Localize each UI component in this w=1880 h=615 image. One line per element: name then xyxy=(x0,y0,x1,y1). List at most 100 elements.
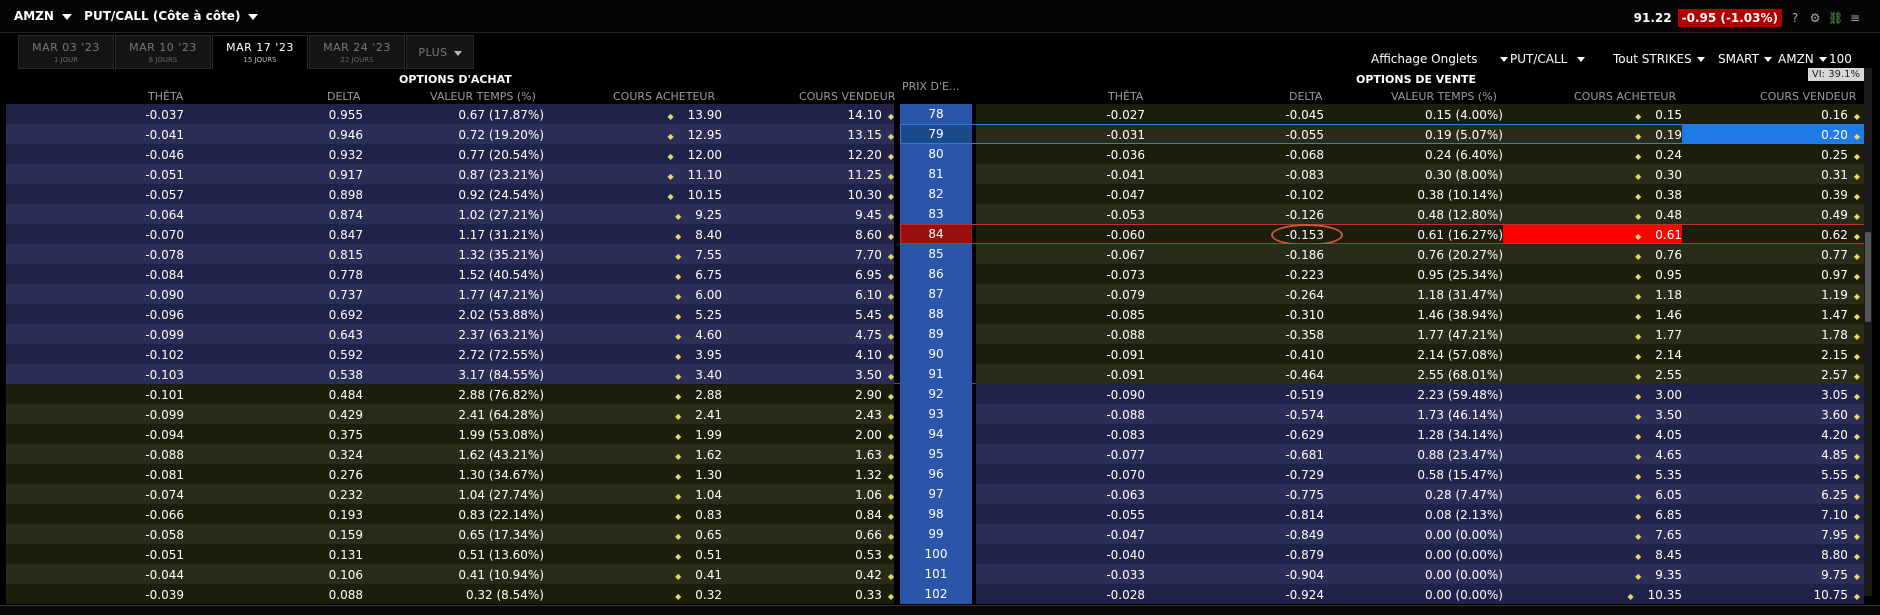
tab-mar-24[interactable]: MAR 24 '23 22 JOURS xyxy=(309,35,405,69)
put-bid-cell[interactable]: ◆ 0.30 xyxy=(1635,168,1682,182)
put-time-value-cell[interactable]: 0.24 (6.40%) xyxy=(1425,148,1503,162)
call-delta-cell[interactable]: 0.898 xyxy=(329,188,363,202)
call-ask-cell[interactable]: 12.20 ◆ xyxy=(847,148,894,162)
put-theta-cell[interactable]: -0.028 xyxy=(1106,588,1145,602)
calls-delta-header[interactable]: DELTA xyxy=(327,90,360,103)
put-ask-cell[interactable]: 0.25 ◆ xyxy=(1821,148,1860,162)
table-row[interactable]: -0.099 0.429 2.41 (64.28%) ◆ 2.41 2.43 ◆ 93 -0.0… xyxy=(6,404,1864,424)
call-bid-cell[interactable]: ◆ 1.62 xyxy=(675,448,722,462)
put-bid-cell[interactable]: ◆ 0.76 xyxy=(1635,248,1682,262)
table-row[interactable]: -0.051 0.131 0.51 (13.60%) ◆ 0.51 0.53 ◆ 100 -0.… xyxy=(6,544,1864,564)
call-ask-cell[interactable]: 7.70 ◆ xyxy=(855,248,894,262)
put-bid-cell[interactable]: ◆ 10.35 xyxy=(1627,588,1682,602)
put-theta-cell[interactable]: -0.090 xyxy=(1106,388,1145,402)
put-delta-cell[interactable]: -0.055 xyxy=(1285,128,1324,142)
put-bid-cell[interactable]: ◆ 0.61 xyxy=(1635,228,1682,242)
put-ask-cell[interactable]: 6.25 ◆ xyxy=(1821,488,1860,502)
put-theta-cell[interactable]: -0.073 xyxy=(1106,268,1145,282)
table-row[interactable]: -0.081 0.276 1.30 (34.67%) ◆ 1.30 1.32 ◆ 96 -0.0… xyxy=(6,464,1864,484)
put-ask-cell[interactable]: 4.20 ◆ xyxy=(1821,428,1860,442)
call-bid-cell[interactable]: ◆ 6.75 xyxy=(675,268,722,282)
put-theta-cell[interactable]: -0.067 xyxy=(1106,248,1145,262)
call-time-value-cell[interactable]: 0.92 (24.54%) xyxy=(458,188,544,202)
call-bid-cell[interactable]: ◆ 0.83 xyxy=(675,508,722,522)
call-delta-cell[interactable]: 0.538 xyxy=(329,368,363,382)
put-time-value-cell[interactable]: 1.28 (34.14%) xyxy=(1417,428,1503,442)
call-bid-cell[interactable]: ◆ 0.32 xyxy=(675,588,722,602)
put-delta-cell[interactable]: -0.464 xyxy=(1285,368,1324,382)
call-delta-cell[interactable]: 0.232 xyxy=(329,488,363,502)
put-ask-cell[interactable]: 0.16 ◆ xyxy=(1821,108,1860,122)
call-delta-cell[interactable]: 0.106 xyxy=(329,568,363,582)
call-ask-cell[interactable]: 4.10 ◆ xyxy=(855,348,894,362)
put-delta-cell[interactable]: -0.153 xyxy=(1285,228,1324,242)
put-theta-cell[interactable]: -0.060 xyxy=(1106,228,1145,242)
table-row[interactable]: -0.103 0.538 3.17 (84.55%) ◆ 3.40 3.50 ◆ 91 -0.0… xyxy=(6,364,1864,384)
put-bid-cell[interactable]: ◆ 0.38 xyxy=(1635,188,1682,202)
put-theta-cell[interactable]: -0.033 xyxy=(1106,568,1145,582)
call-delta-cell[interactable]: 0.484 xyxy=(329,388,363,402)
table-row[interactable]: -0.090 0.737 1.77 (47.21%) ◆ 6.00 6.10 ◆ 87 -0.0… xyxy=(6,284,1864,304)
call-delta-cell[interactable]: 0.874 xyxy=(329,208,363,222)
put-theta-cell[interactable]: -0.047 xyxy=(1106,528,1145,542)
table-row[interactable]: -0.046 0.932 0.77 (20.54%) ◆ 12.00 12.20 ◆ 80 -0… xyxy=(6,144,1864,164)
put-theta-cell[interactable]: -0.088 xyxy=(1106,328,1145,342)
exchange-dropdown[interactable]: SMART xyxy=(1718,52,1772,66)
call-ask-cell[interactable]: 1.32 ◆ xyxy=(855,468,894,482)
put-theta-cell[interactable]: -0.041 xyxy=(1106,168,1145,182)
gear-icon[interactable]: ⚙ xyxy=(1808,11,1822,25)
puts-delta-header[interactable]: DELTA xyxy=(1289,90,1322,103)
table-row[interactable]: -0.037 0.955 0.67 (17.87%) ◆ 13.90 14.10 ◆ 78 -0… xyxy=(6,104,1864,124)
strike-cell[interactable]: 83 xyxy=(900,204,972,224)
call-ask-cell[interactable]: 1.06 ◆ xyxy=(855,488,894,502)
call-time-value-cell[interactable]: 0.72 (19.20%) xyxy=(458,128,544,142)
put-ask-cell[interactable]: 0.62 ◆ xyxy=(1821,228,1860,242)
put-time-value-cell[interactable]: 0.00 (0.00%) xyxy=(1425,528,1503,542)
strike-cell[interactable]: 91 xyxy=(900,364,972,384)
call-ask-cell[interactable]: 8.60 ◆ xyxy=(855,228,894,242)
call-bid-cell[interactable]: ◆ 0.41 xyxy=(675,568,722,582)
call-bid-cell[interactable]: ◆ 11.10 xyxy=(667,168,722,182)
puts-bid-header[interactable]: COURS ACHETEUR xyxy=(1574,90,1676,103)
strike-cell[interactable]: 79 xyxy=(900,124,972,144)
call-ask-cell[interactable]: 10.30 ◆ xyxy=(847,188,894,202)
menu-icon[interactable]: ≡ xyxy=(1848,11,1862,25)
call-ask-cell[interactable]: 2.00 ◆ xyxy=(855,428,894,442)
table-row[interactable]: -0.070 0.847 1.17 (31.21%) ◆ 8.40 8.60 ◆ 84 -0.0… xyxy=(6,224,1866,246)
put-bid-cell[interactable]: ◆ 1.18 xyxy=(1635,288,1682,302)
put-theta-cell[interactable]: -0.063 xyxy=(1106,488,1145,502)
strike-cell[interactable]: 82 xyxy=(900,184,972,204)
put-time-value-cell[interactable]: 1.18 (31.47%) xyxy=(1417,288,1503,302)
put-time-value-cell[interactable]: 0.28 (7.47%) xyxy=(1425,488,1503,502)
call-theta-cell[interactable]: -0.094 xyxy=(145,428,184,442)
put-bid-cell[interactable]: ◆ 3.00 xyxy=(1635,388,1682,402)
put-bid-cell[interactable]: ◆ 8.45 xyxy=(1635,548,1682,562)
call-time-value-cell[interactable]: 2.72 (72.55%) xyxy=(458,348,544,362)
put-bid-cell[interactable]: ◆ 2.14 xyxy=(1635,348,1682,362)
call-theta-cell[interactable]: -0.078 xyxy=(145,248,184,262)
strikes-dropdown[interactable]: Tout STRIKES xyxy=(1613,52,1705,66)
call-bid-cell[interactable]: ◆ 4.60 xyxy=(675,328,722,342)
strike-cell[interactable]: 78 xyxy=(900,104,972,124)
put-time-value-cell[interactable]: 0.00 (0.00%) xyxy=(1425,568,1503,582)
call-theta-cell[interactable]: -0.099 xyxy=(145,328,184,342)
strike-cell[interactable]: 94 xyxy=(900,424,972,444)
call-time-value-cell[interactable]: 0.67 (17.87%) xyxy=(458,108,544,122)
call-bid-cell[interactable]: ◆ 1.04 xyxy=(675,488,722,502)
put-ask-cell[interactable]: 7.10 ◆ xyxy=(1821,508,1860,522)
table-row[interactable]: -0.101 0.484 2.88 (76.82%) ◆ 2.88 2.90 ◆ 92 -0.0… xyxy=(6,384,1864,404)
put-delta-cell[interactable]: -0.729 xyxy=(1285,468,1324,482)
link-icon[interactable]: ⛓ xyxy=(1828,11,1843,25)
put-time-value-cell[interactable]: 0.00 (0.00%) xyxy=(1425,588,1503,602)
call-ask-cell[interactable]: 1.63 ◆ xyxy=(855,448,894,462)
put-ask-cell[interactable]: 3.05 ◆ xyxy=(1821,388,1860,402)
put-bid-cell[interactable]: ◆ 2.55 xyxy=(1635,368,1682,382)
put-ask-cell[interactable]: 9.75 ◆ xyxy=(1821,568,1860,582)
strike-header[interactable]: PRIX D'E... xyxy=(902,80,960,93)
call-theta-cell[interactable]: -0.057 xyxy=(145,188,184,202)
call-time-value-cell[interactable]: 0.87 (23.21%) xyxy=(458,168,544,182)
call-theta-cell[interactable]: -0.101 xyxy=(145,388,184,402)
call-time-value-cell[interactable]: 2.37 (63.21%) xyxy=(458,328,544,342)
put-bid-cell[interactable]: ◆ 0.19 xyxy=(1635,128,1682,142)
call-time-value-cell[interactable]: 0.51 (13.60%) xyxy=(458,548,544,562)
